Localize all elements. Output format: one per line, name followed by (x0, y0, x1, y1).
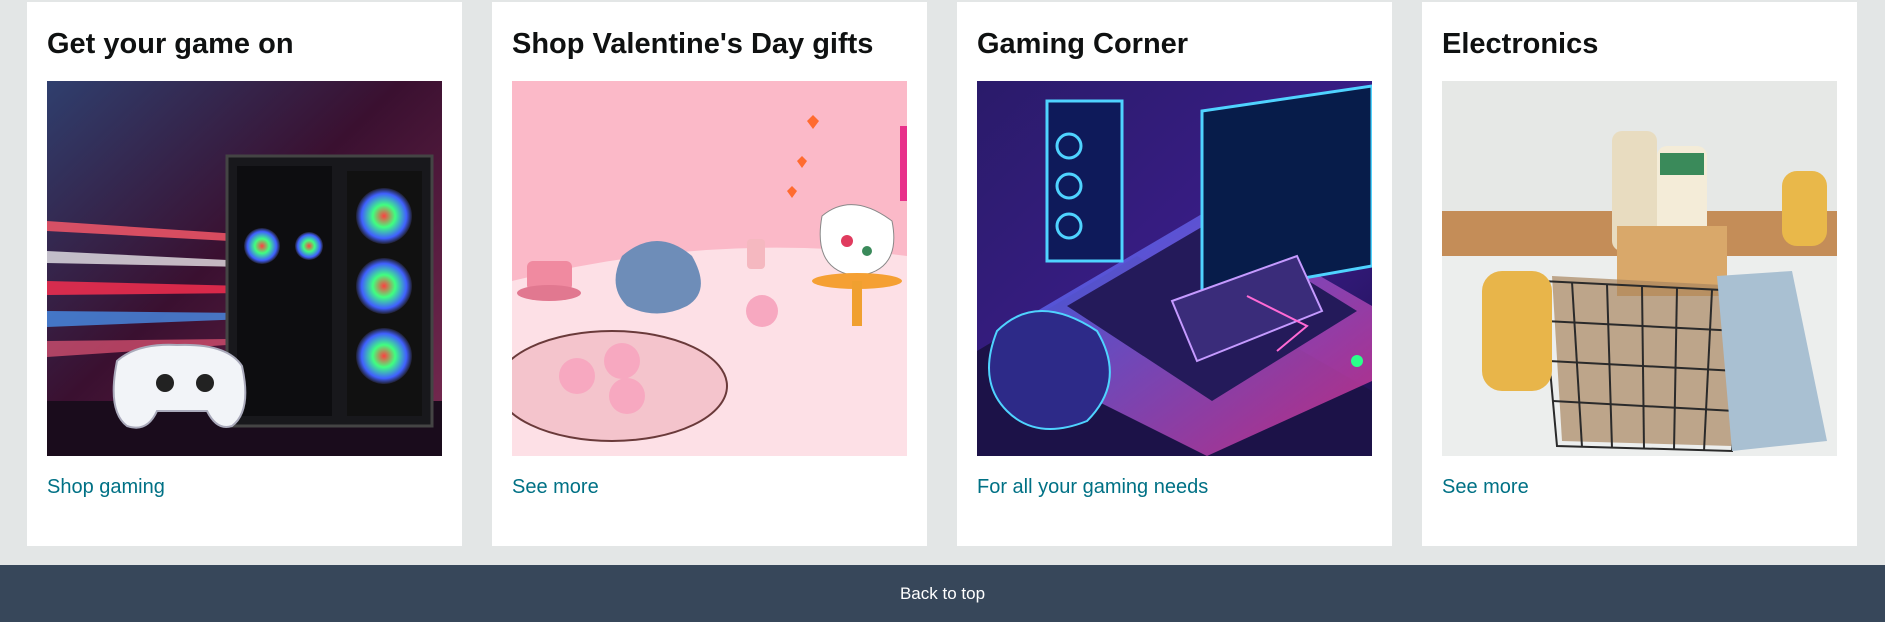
card-title: Electronics (1442, 28, 1599, 60)
card-valentines: Shop Valentine's Day gifts See more (492, 2, 927, 546)
gaming-needs-link[interactable]: For all your gaming needs (977, 476, 1208, 499)
valentines-gifts-image[interactable] (512, 81, 907, 456)
card-title: Shop Valentine's Day gifts (512, 28, 874, 60)
gaming-setup-image[interactable] (977, 81, 1372, 456)
card-grid: Get your game on Shop gaming Shop Valent… (0, 0, 1885, 546)
see-more-link[interactable]: See more (512, 476, 599, 499)
card-electronics: Electronics See more (1422, 2, 1857, 546)
gaming-pc-controller-image[interactable] (47, 81, 442, 456)
card-title: Get your game on (47, 28, 294, 60)
card-title: Gaming Corner (977, 28, 1189, 60)
see-more-link[interactable]: See more (1442, 476, 1529, 499)
card-gaming-corner: Gaming Corner For all your gaming needs (957, 2, 1392, 546)
shop-gaming-link[interactable]: Shop gaming (47, 476, 165, 499)
card-gaming: Get your game on Shop gaming (27, 2, 462, 546)
back-to-top-button[interactable]: Back to top (0, 565, 1885, 622)
cleaning-supplies-basket-image[interactable] (1442, 81, 1837, 456)
